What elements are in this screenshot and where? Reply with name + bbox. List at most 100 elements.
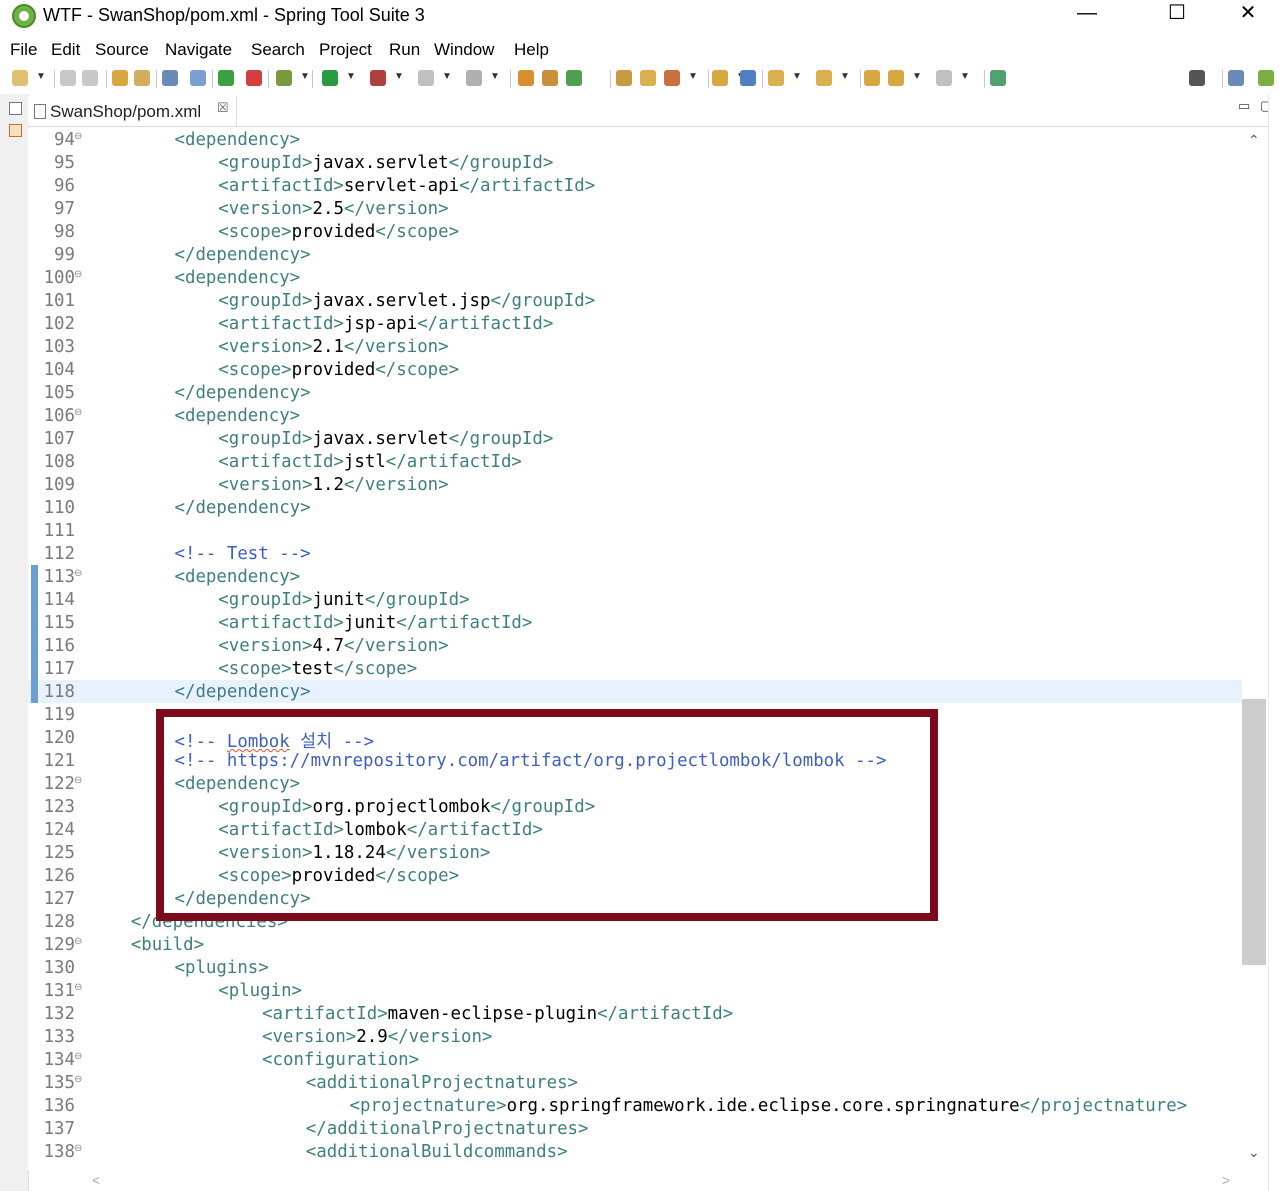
menu-navigate[interactable]: Navigate xyxy=(165,40,232,60)
code-line[interactable]: 130 <plugins> xyxy=(28,956,1242,979)
code-line[interactable]: 125 <version>1.18.24</version> xyxy=(28,841,1242,864)
code-line[interactable]: 106 ⊖ <dependency> xyxy=(28,404,1242,427)
code-line[interactable]: 113 ⊖ <dependency> xyxy=(28,565,1242,588)
code-line[interactable]: 99 </dependency> xyxy=(28,243,1242,266)
dropdown-arrow-icon[interactable]: ▼ xyxy=(912,71,922,82)
scroll-left-icon[interactable]: < xyxy=(92,1172,100,1188)
dropdown-arrow-icon[interactable]: ▼ xyxy=(36,71,46,82)
open-task-icon[interactable] xyxy=(134,70,150,86)
relaunch-icon[interactable] xyxy=(246,70,262,86)
dropdown-arrow-icon[interactable]: ▼ xyxy=(688,71,698,82)
code-line[interactable]: 124 <artifactId>lombok</artifactId> xyxy=(28,818,1242,841)
maximize-button[interactable]: ☐ xyxy=(1154,0,1200,30)
scroll-down-icon[interactable]: ⌄ xyxy=(1248,1144,1260,1161)
horizontal-scrollbar[interactable]: < > xyxy=(86,1172,1242,1191)
new-wizard-icon[interactable] xyxy=(12,70,28,86)
code-line[interactable]: 122 ⊖ <dependency> xyxy=(28,772,1242,795)
code-line[interactable]: 107 <groupId>javax.servlet</groupId> xyxy=(28,427,1242,450)
code-line[interactable]: 105 </dependency> xyxy=(28,381,1242,404)
dropdown-arrow-icon[interactable]: ▼ xyxy=(442,71,452,82)
code-line[interactable]: 103 <version>2.1</version> xyxy=(28,335,1242,358)
vertical-scroll-thumb[interactable] xyxy=(1242,699,1266,965)
code-line[interactable]: 128 </dependencies> xyxy=(28,910,1242,933)
dropdown-arrow-icon[interactable]: ▼ xyxy=(840,71,850,82)
dropdown-arrow-icon[interactable]: ▼ xyxy=(300,71,310,82)
code-line[interactable]: 123 <groupId>org.projectlombok</groupId> xyxy=(28,795,1242,818)
search-icon[interactable] xyxy=(1189,70,1205,86)
dropdown-arrow-icon[interactable]: ▼ xyxy=(960,71,970,82)
fold-toggle-icon[interactable]: ⊖ xyxy=(74,131,82,142)
refresh-icon[interactable] xyxy=(566,70,582,86)
code-line[interactable]: 94 ⊖ <dependency> xyxy=(28,128,1242,151)
tab-pom-xml[interactable]: SwanShop/pom.xml ☒ xyxy=(28,96,237,126)
forward-icon[interactable] xyxy=(936,70,952,86)
pin-editor-icon[interactable] xyxy=(990,70,1006,86)
save-all-icon[interactable] xyxy=(82,70,98,86)
code-line[interactable]: 114 <groupId>junit</groupId> xyxy=(28,588,1242,611)
scroll-up-icon[interactable]: ⌃ xyxy=(1248,132,1260,149)
run-icon[interactable] xyxy=(322,70,338,86)
code-line[interactable]: 120 <!-- Lombok 설치 --> xyxy=(28,726,1242,752)
code-line[interactable]: 137 </additionalProjectnatures> xyxy=(28,1117,1242,1140)
code-line[interactable]: 118 </dependency> xyxy=(28,680,1242,703)
code-line[interactable]: 97 <version>2.5</version> xyxy=(28,197,1242,220)
code-line[interactable]: 104 <scope>provided</scope> xyxy=(28,358,1242,381)
skip-breakpoints-icon[interactable] xyxy=(190,70,206,86)
last-edit-icon[interactable] xyxy=(864,70,880,86)
fold-toggle-icon[interactable]: ⊖ xyxy=(74,1051,82,1062)
menu-search[interactable]: Search xyxy=(251,40,305,60)
open-folder-icon[interactable] xyxy=(616,70,632,86)
package-explorer-icon[interactable] xyxy=(9,124,22,137)
menu-project[interactable]: Project xyxy=(319,40,372,60)
scroll-right-icon[interactable]: > xyxy=(1222,1172,1230,1188)
menu-run[interactable]: Run xyxy=(389,40,420,60)
close-button[interactable]: ✕ xyxy=(1225,0,1271,30)
restore-view-icon[interactable] xyxy=(9,102,22,115)
xml-source-editor[interactable]: 94 ⊖ <dependency> 95 <groupId>javax.servlet<… xyxy=(28,128,1242,1170)
code-line[interactable]: 115 <artifactId>junit</artifactId> xyxy=(28,611,1242,634)
fold-toggle-icon[interactable]: ⊖ xyxy=(74,407,82,418)
code-line[interactable]: 136 <projectnature>org.springframework.id… xyxy=(28,1094,1242,1117)
server-icon[interactable] xyxy=(466,70,482,86)
console-icon[interactable] xyxy=(162,70,178,86)
folder-icon[interactable] xyxy=(640,70,656,86)
back-icon[interactable] xyxy=(888,70,904,86)
spring-boot-icon[interactable] xyxy=(218,70,234,86)
code-line[interactable]: 111 xyxy=(28,519,1242,542)
menu-source[interactable]: Source xyxy=(95,40,149,60)
globe-icon[interactable] xyxy=(740,70,756,86)
code-line[interactable]: 126 <scope>provided</scope> xyxy=(28,864,1242,887)
code-line[interactable]: 119 xyxy=(28,703,1242,726)
code-line[interactable]: 110 </dependency> xyxy=(28,496,1242,519)
external-tools-icon[interactable] xyxy=(370,70,386,86)
code-line[interactable]: 134 ⊖ <configuration> xyxy=(28,1048,1242,1071)
code-line[interactable]: 135 ⊖ <additionalProjectnatures> xyxy=(28,1071,1242,1094)
spring-project-icon[interactable] xyxy=(518,70,534,86)
code-line[interactable]: 95 <groupId>javax.servlet</groupId> xyxy=(28,151,1242,174)
menu-help[interactable]: Help xyxy=(514,40,549,60)
debug-icon[interactable] xyxy=(276,70,292,86)
dropdown-arrow-icon[interactable]: ▼ xyxy=(346,71,356,82)
code-line[interactable]: 133 <version>2.9</version> xyxy=(28,1025,1242,1048)
code-line[interactable]: 138 ⊖ <additionalBuildcommands> xyxy=(28,1140,1242,1163)
menu-file[interactable]: File xyxy=(10,40,37,60)
search-folder-icon[interactable] xyxy=(712,70,728,86)
prev-annotation-icon[interactable] xyxy=(816,70,832,86)
code-line[interactable]: 101 <groupId>javax.servlet.jsp</groupId> xyxy=(28,289,1242,312)
fold-toggle-icon[interactable]: ⊖ xyxy=(74,936,82,947)
code-line[interactable]: 117 <scope>test</scope> xyxy=(28,657,1242,680)
stop-icon[interactable] xyxy=(418,70,434,86)
fold-toggle-icon[interactable]: ⊖ xyxy=(74,568,82,579)
package-icon[interactable] xyxy=(542,70,558,86)
code-line[interactable]: 131 ⊖ <plugin> xyxy=(28,979,1242,1002)
code-line[interactable]: 121 <!-- https://mvnrepository.com/artifa… xyxy=(28,749,1242,772)
code-line[interactable]: 108 <artifactId>jstl</artifactId> xyxy=(28,450,1242,473)
open-perspective-icon[interactable] xyxy=(1228,70,1244,86)
minimize-view-button[interactable]: ▭ xyxy=(1238,98,1250,114)
code-line[interactable]: 109 <version>1.2</version> xyxy=(28,473,1242,496)
fold-toggle-icon[interactable]: ⊖ xyxy=(74,1143,82,1154)
code-line[interactable]: 112 <!-- Test --> xyxy=(28,542,1242,565)
rocket-icon[interactable] xyxy=(664,70,680,86)
code-line[interactable]: 102 <artifactId>jsp-api</artifactId> xyxy=(28,312,1242,335)
save-icon[interactable] xyxy=(60,70,76,86)
